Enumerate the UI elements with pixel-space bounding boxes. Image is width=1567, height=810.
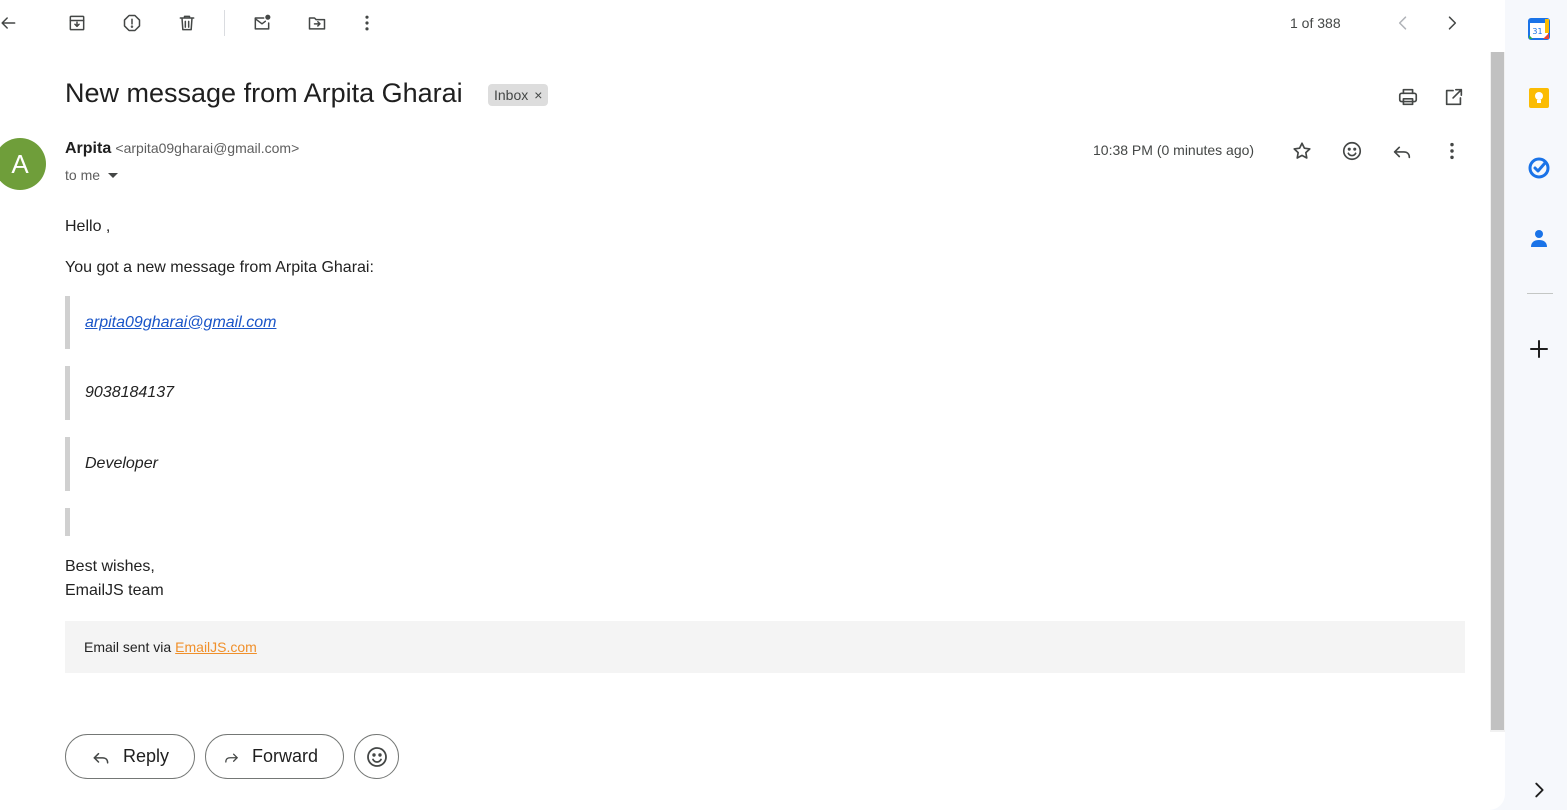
sender-info: Arpita <arpita09gharai@gmail.com> [65,140,299,158]
keep-icon[interactable] [1524,83,1554,113]
reply-arrow-icon [93,752,109,764]
chevron-left-icon[interactable] [1385,5,1421,41]
email-view: 1 of 388 New message from Arpita Gharai … [0,0,1505,810]
remove-label-icon[interactable]: × [534,87,542,103]
print-icon[interactable] [1393,82,1423,112]
greeting: Hello , [65,218,111,235]
chevron-right-icon[interactable] [1434,5,1470,41]
quoted-role: Developer [65,437,465,491]
email-link[interactable]: arpita09gharai@gmail.com [85,314,276,332]
tasks-icon[interactable] [1524,153,1554,183]
avatar[interactable]: A [0,138,46,190]
calendar-day: 31 [1532,27,1542,36]
email-footer: Email sent via EmailJS.com [65,621,1465,673]
signature-team: EmailJS team [65,582,164,599]
pager-count: 1 of 388 [1290,15,1341,31]
recipient-details-toggle[interactable]: to me [65,167,119,183]
star-icon[interactable] [1287,136,1317,166]
forward-button[interactable]: Forward [205,734,344,779]
back-icon[interactable] [0,5,26,41]
expand-icon[interactable] [1524,775,1554,805]
message-timestamp: 10:38 PM (0 minutes ago) [1093,142,1255,158]
label-name: Inbox [494,87,529,103]
caret-down-icon [108,172,119,178]
forward-arrow-icon [225,753,238,763]
footer-link[interactable]: EmailJS.com [175,639,257,655]
sender-name[interactable]: Arpita [65,140,111,157]
side-panel: 31 [1505,0,1567,810]
more-options-icon[interactable] [1437,136,1467,166]
reply-button[interactable]: Reply [65,734,195,779]
mark-unread-icon[interactable] [244,5,280,41]
reply-button-label: Reply [122,746,169,766]
sender-email: <arpita09gharai@gmail.com> [115,140,300,156]
phone-number: 9038184137 [85,384,174,401]
role-text: Developer [85,455,158,472]
side-panel-divider [1527,293,1553,294]
report-spam-icon[interactable] [114,5,150,41]
scrollbar-thumb[interactable] [1491,52,1504,730]
intro-text: You got a new message from Arpita Gharai… [65,259,374,276]
calendar-icon[interactable]: 31 [1524,14,1554,44]
add-icon[interactable] [1524,334,1554,364]
footer-prefix: Email sent via [84,639,172,655]
quoted-email: arpita09gharai@gmail.com [65,296,465,349]
open-new-window-icon[interactable] [1439,82,1469,112]
toolbar: 1 of 388 [0,0,1490,46]
contacts-icon[interactable] [1524,223,1554,253]
archive-icon[interactable] [59,5,95,41]
delete-icon[interactable] [169,5,205,41]
more-icon[interactable] [349,5,385,41]
toolbar-divider [224,10,225,36]
reply-icon[interactable] [1387,136,1417,166]
recipient-label: to me [65,167,101,183]
emoji-react-button[interactable] [354,734,399,779]
emoji-icon [366,746,387,767]
move-to-icon[interactable] [299,5,335,41]
quoted-empty-message [65,508,465,536]
forward-button-label: Forward [251,746,318,766]
inbox-label-chip[interactable]: Inbox × [488,84,549,106]
sign-off: Best wishes, [65,558,155,575]
email-subject: New message from Arpita Gharai [65,78,463,108]
emoji-react-icon[interactable] [1337,136,1367,166]
quoted-phone: 9038184137 [65,366,465,420]
